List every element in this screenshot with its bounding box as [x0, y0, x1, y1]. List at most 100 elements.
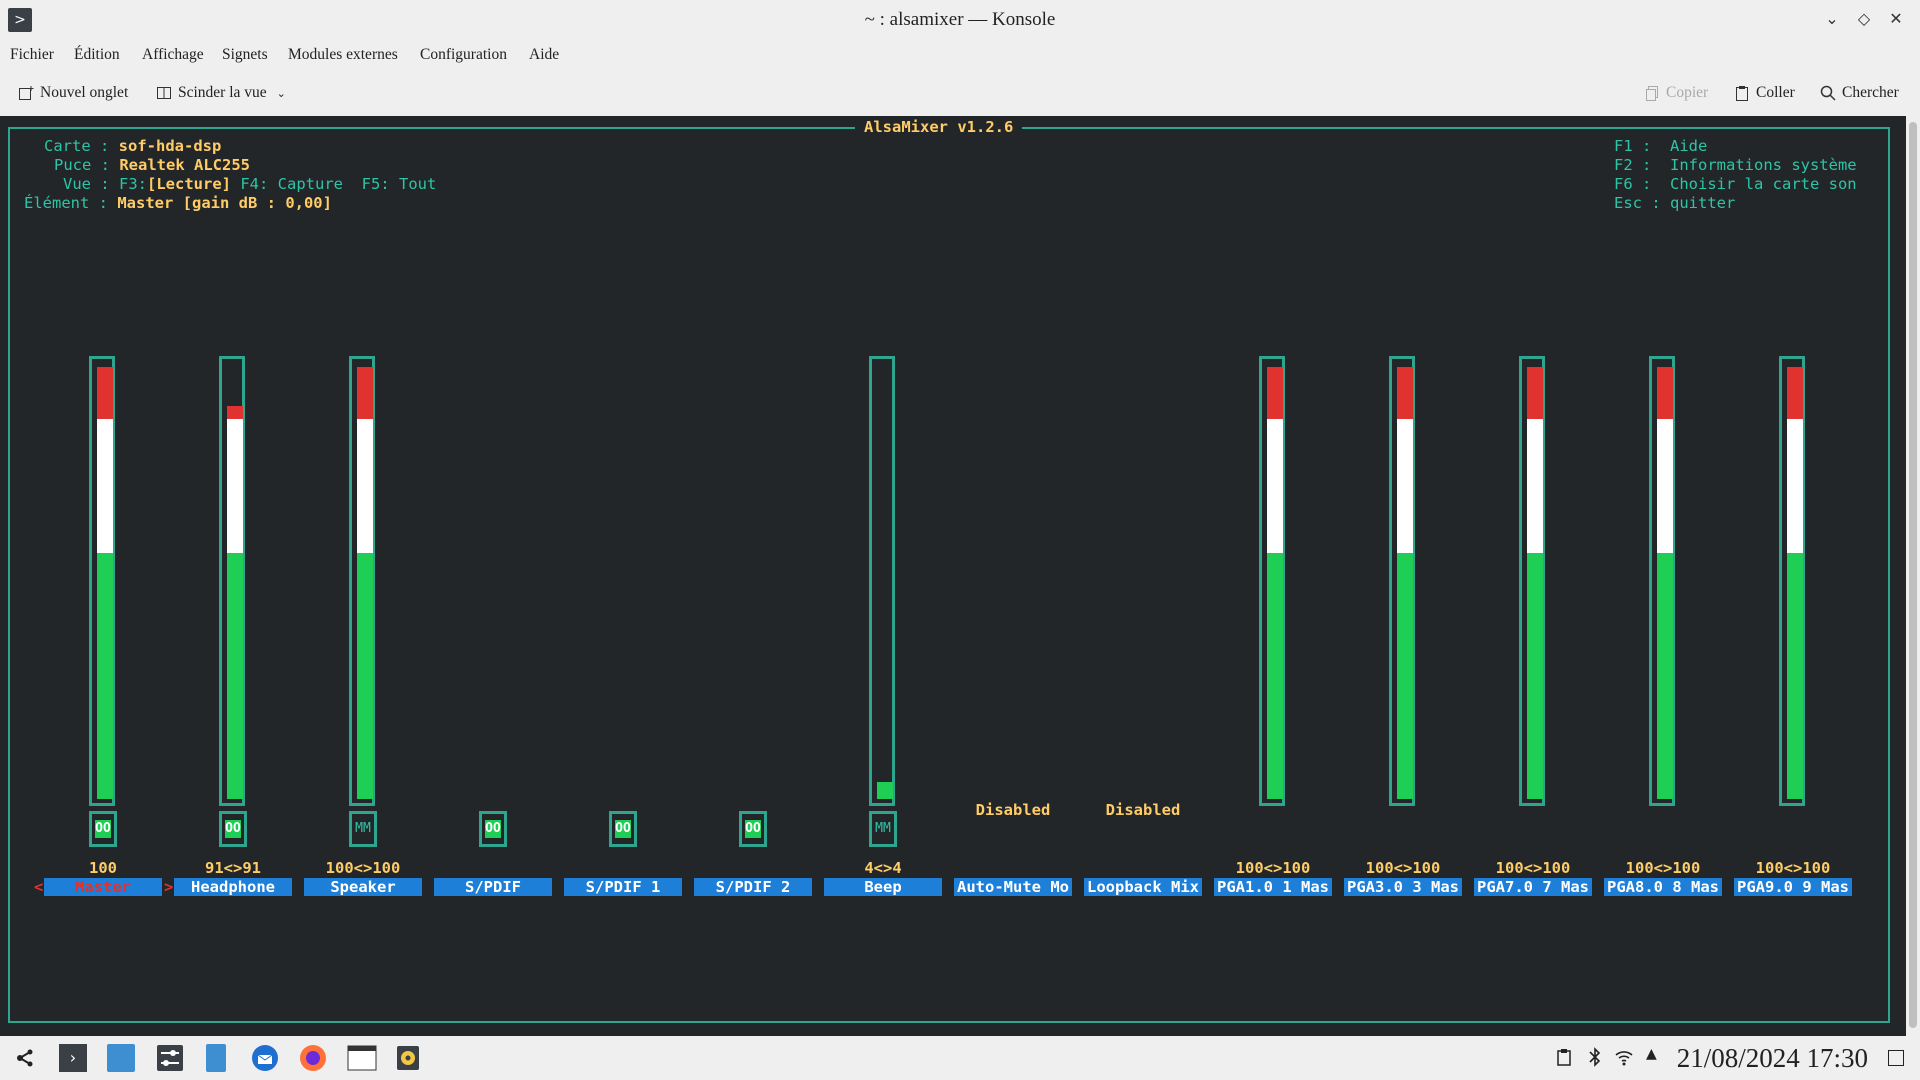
channel-beep[interactable]: MM 4<>4 Beep [818, 350, 948, 910]
clock[interactable]: 21/08/2024 17:30 [1677, 1043, 1868, 1074]
channel-speaker[interactable]: MM 100<>100 Speaker [298, 350, 428, 910]
help-f2-text: Informations système [1670, 156, 1857, 174]
channel-headphone[interactable]: OO 91<>91 Headphone [168, 350, 298, 910]
channel-master[interactable]: OO 100 Master [38, 350, 168, 910]
konsole-icon[interactable]: › [59, 1044, 87, 1072]
volume-bar-green-segment [357, 552, 373, 799]
app-launcher-icon[interactable] [12, 1044, 40, 1072]
audio-app-icon[interactable] [396, 1044, 420, 1072]
maximize-icon[interactable]: ◇ [1852, 7, 1876, 31]
channel-label[interactable]: PGA7.0 7 Mas [1474, 878, 1592, 896]
volume-bar[interactable] [1259, 356, 1285, 806]
channel-label[interactable]: Headphone [174, 878, 292, 896]
channel-label[interactable]: Beep [824, 878, 942, 896]
mute-state: OO [745, 820, 761, 838]
channel-label[interactable]: PGA3.0 3 Mas [1344, 878, 1462, 896]
help-f1: F1 : Aide [1614, 137, 1707, 155]
element-row: Élément : Master [gain dB : 0,00] [24, 194, 332, 212]
volume-bar[interactable] [219, 356, 245, 806]
help-f1-text: Aide [1670, 137, 1708, 155]
channel-pga7-0-7-mas[interactable]: 100<>100 PGA7.0 7 Mas [1468, 350, 1598, 910]
mute-toggle[interactable]: OO [609, 811, 637, 847]
menu-modules-externes[interactable]: Modules externes [288, 46, 398, 64]
mute-toggle[interactable]: OO [219, 811, 247, 847]
mute-toggle[interactable]: OO [479, 811, 507, 847]
alsamixer-title: AlsaMixer v1.2.6 [855, 118, 1023, 136]
volume-bar[interactable] [349, 356, 375, 806]
help-f6-key: F6 : [1614, 175, 1652, 193]
volume-bar-white-segment [1787, 418, 1803, 553]
volume-bar[interactable] [1389, 356, 1415, 806]
tray-expand-icon[interactable]: ▲ [1646, 1046, 1657, 1062]
channel-value: 100<>100 [1495, 859, 1571, 877]
help-esc-text: quitter [1670, 194, 1736, 212]
close-icon[interactable]: ✕ [1884, 7, 1908, 31]
copy-button[interactable]: Copier [1644, 84, 1708, 102]
text-editor-icon[interactable] [206, 1044, 226, 1072]
search-button[interactable]: Chercher [1820, 84, 1899, 102]
mute-toggle[interactable]: OO [89, 811, 117, 847]
volume-bar[interactable] [869, 356, 895, 806]
bluetooth-icon[interactable] [1588, 1047, 1602, 1067]
channel-label[interactable]: PGA9.0 9 Mas [1734, 878, 1852, 896]
menu-fichier[interactable]: Fichier [10, 46, 54, 64]
channel-label[interactable]: S/PDIF [434, 878, 552, 896]
channel-pga1-0-1-mas[interactable]: 100<>100 PGA1.0 1 Mas [1208, 350, 1338, 910]
channel-label[interactable]: Loopback Mix [1084, 878, 1202, 896]
channel-auto-mute-mo[interactable]: Disabled Auto-Mute Mo [948, 350, 1078, 910]
channel-label[interactable]: PGA1.0 1 Mas [1214, 878, 1332, 896]
file-manager-icon[interactable] [107, 1044, 135, 1072]
volume-bar[interactable] [1649, 356, 1675, 806]
paste-button[interactable]: Coller [1734, 84, 1795, 102]
thunderbird-icon[interactable] [251, 1044, 279, 1072]
volume-bar-white-segment [1397, 418, 1413, 553]
clipboard-icon[interactable] [1556, 1048, 1572, 1066]
view-f3: F3: [119, 175, 148, 193]
mute-toggle[interactable]: MM [869, 811, 897, 847]
mute-toggle[interactable]: OO [739, 811, 767, 847]
copy-icon [1646, 86, 1658, 101]
paste-icon [1736, 86, 1748, 101]
channel-pga8-0-8-mas[interactable]: 100<>100 PGA8.0 8 Mas [1598, 350, 1728, 910]
volume-bar[interactable] [89, 356, 115, 806]
mute-state: OO [485, 820, 501, 838]
taskbar: › ▲ 21/08/2024 17:30 [0, 1036, 1920, 1080]
volume-bar-green-segment [1527, 552, 1543, 799]
volume-bar[interactable] [1779, 356, 1805, 806]
channel-s-pdif-2[interactable]: OO S/PDIF 2 [688, 350, 818, 910]
channel-label[interactable]: PGA8.0 8 Mas [1604, 878, 1722, 896]
minimize-icon[interactable]: ⌄ [1820, 7, 1844, 31]
wifi-icon[interactable] [1614, 1048, 1634, 1066]
mute-toggle[interactable]: MM [349, 811, 377, 847]
help-f6: F6 : Choisir la carte son [1614, 175, 1857, 193]
menu-edition[interactable]: Édition [74, 46, 120, 64]
menu-signets[interactable]: Signets [222, 46, 268, 64]
new-tab-button[interactable]: Nouvel onglet [18, 84, 128, 102]
system-settings-icon[interactable] [156, 1044, 184, 1072]
window-icon[interactable] [347, 1044, 377, 1072]
channel-pga3-0-3-mas[interactable]: 100<>100 PGA3.0 3 Mas [1338, 350, 1468, 910]
show-desktop-icon[interactable] [1888, 1050, 1904, 1066]
split-view-icon [157, 87, 171, 99]
search-label: Chercher [1842, 84, 1899, 101]
scrollbar-thumb[interactable] [1909, 122, 1917, 1028]
channel-pga9-0-9-mas[interactable]: 100<>100 PGA9.0 9 Mas [1728, 350, 1858, 910]
menu-aide[interactable]: Aide [529, 46, 559, 64]
firefox-icon[interactable] [299, 1044, 327, 1072]
split-view-button[interactable]: Scinder la vue ⌄ [156, 84, 286, 102]
channel-label[interactable]: Auto-Mute Mo [954, 878, 1072, 896]
card-value: sof-hda-dsp [118, 137, 222, 155]
menu-affichage[interactable]: Affichage [142, 46, 204, 64]
channel-s-pdif-1[interactable]: OO S/PDIF 1 [558, 350, 688, 910]
card-row: Carte : sof-hda-dsp [44, 137, 221, 155]
volume-bar[interactable] [1519, 356, 1545, 806]
help-esc: Esc : quitter [1614, 194, 1735, 212]
new-tab-label: Nouvel onglet [40, 84, 129, 101]
channel-loopback-mix[interactable]: Disabled Loopback Mix [1078, 350, 1208, 910]
channel-label[interactable]: S/PDIF 1 [564, 878, 682, 896]
channel-label[interactable]: S/PDIF 2 [694, 878, 812, 896]
menu-configuration[interactable]: Configuration [420, 46, 507, 64]
channel-s-pdif[interactable]: OO S/PDIF [428, 350, 558, 910]
channel-label[interactable]: Speaker [304, 878, 422, 896]
channel-label[interactable]: Master [44, 878, 162, 896]
